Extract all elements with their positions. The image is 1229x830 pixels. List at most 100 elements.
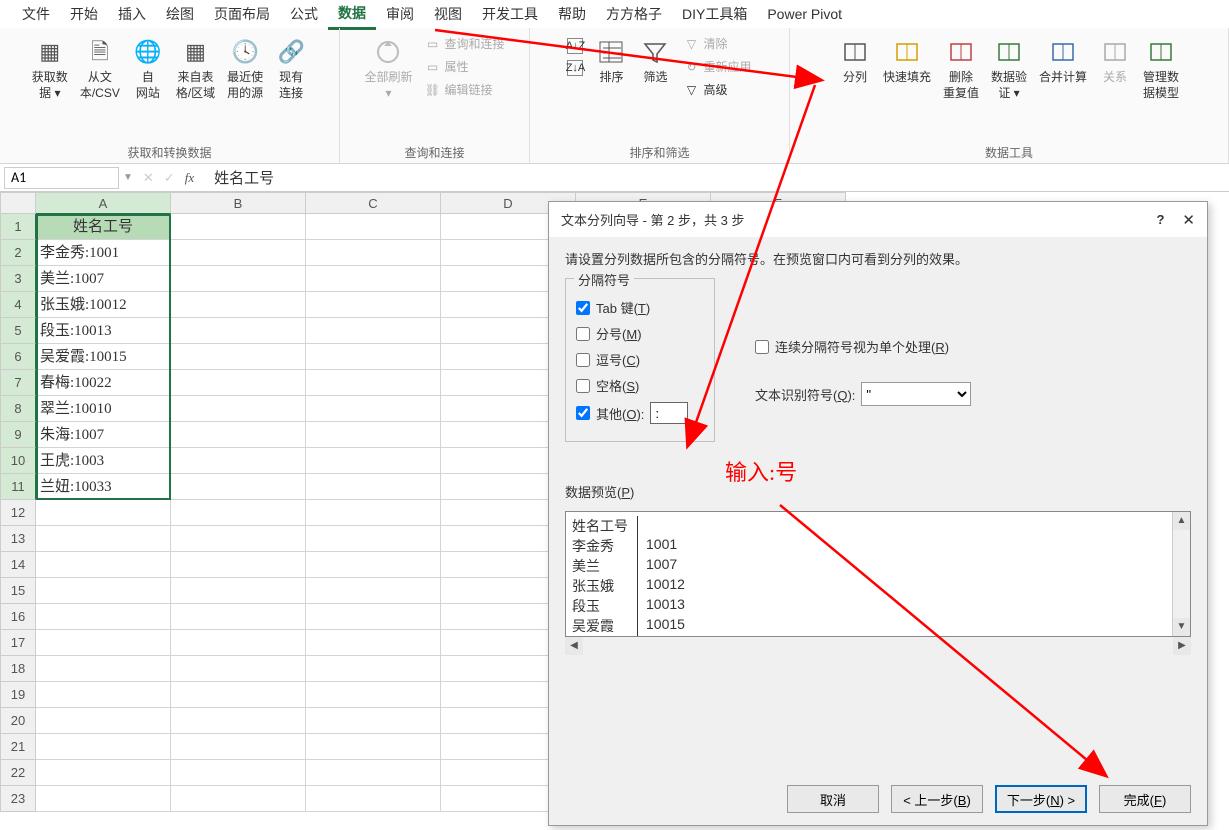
cell-A22[interactable]	[36, 760, 171, 786]
cell-C9[interactable]	[306, 422, 441, 448]
text-qualifier-select[interactable]: "	[861, 382, 971, 406]
cell-B12[interactable]	[171, 500, 306, 526]
cell-B16[interactable]	[171, 604, 306, 630]
cell-A13[interactable]	[36, 526, 171, 552]
menu-方方格子[interactable]: 方方格子	[596, 0, 672, 28]
cell-C20[interactable]	[306, 708, 441, 734]
cell-B23[interactable]	[171, 786, 306, 812]
cell-A9[interactable]: 朱海:1007	[36, 422, 171, 448]
cell-A19[interactable]	[36, 682, 171, 708]
comma-checkbox[interactable]: 逗号(C)	[576, 350, 704, 369]
name-box[interactable]	[4, 167, 119, 189]
cell-A18[interactable]	[36, 656, 171, 682]
cell-A8[interactable]: 翠兰:10010	[36, 396, 171, 422]
cancel-button[interactable]: 取消	[787, 785, 879, 813]
finish-button[interactable]: 完成(F)	[1099, 785, 1191, 813]
cell-B11[interactable]	[171, 474, 306, 500]
cell-A4[interactable]: 张玉娥:10012	[36, 292, 171, 318]
menu-帮助[interactable]: 帮助	[548, 0, 596, 28]
cell-A10[interactable]: 王虎:1003	[36, 448, 171, 474]
row-header-3[interactable]: 3	[0, 266, 36, 292]
cell-A11[interactable]: 兰妞:10033	[36, 474, 171, 500]
row-header-23[interactable]: 23	[0, 786, 36, 812]
row-header-18[interactable]: 18	[0, 656, 36, 682]
cell-B5[interactable]	[171, 318, 306, 344]
advanced-filter[interactable]: ▽高级	[679, 80, 755, 99]
cell-A17[interactable]	[36, 630, 171, 656]
back-button[interactable]: < 上一步(B)	[891, 785, 983, 813]
row-header-11[interactable]: 11	[0, 474, 36, 500]
cell-C8[interactable]	[306, 396, 441, 422]
cell-B7[interactable]	[171, 370, 306, 396]
cell-B13[interactable]	[171, 526, 306, 552]
filter-button[interactable]: 筛选	[635, 34, 675, 88]
cell-C11[interactable]	[306, 474, 441, 500]
other-delimiter-input[interactable]	[650, 402, 688, 424]
relations-button[interactable]: 关系	[1095, 34, 1135, 88]
sort-asc-icon[interactable]: A↓Z	[567, 38, 583, 54]
menu-插入[interactable]: 插入	[108, 0, 156, 28]
menu-开发工具[interactable]: 开发工具	[472, 0, 548, 28]
col-header-C[interactable]: C	[306, 192, 441, 214]
cell-B18[interactable]	[171, 656, 306, 682]
row-header-19[interactable]: 19	[0, 682, 36, 708]
menu-审阅[interactable]: 审阅	[376, 0, 424, 28]
cell-B15[interactable]	[171, 578, 306, 604]
consolidate-button[interactable]: 合并计算	[1035, 34, 1091, 88]
cell-B14[interactable]	[171, 552, 306, 578]
cell-A1[interactable]: 姓名工号	[36, 214, 171, 240]
cell-A16[interactable]	[36, 604, 171, 630]
row-header-5[interactable]: 5	[0, 318, 36, 344]
remove-duplicates-button[interactable]: 删除 重复值	[939, 34, 983, 103]
cell-C13[interactable]	[306, 526, 441, 552]
row-header-22[interactable]: 22	[0, 760, 36, 786]
tab-checkbox[interactable]: Tab 键(T)	[576, 298, 704, 317]
get-data-btn-0[interactable]: ▦获取数 据 ▾	[28, 34, 72, 103]
row-header-2[interactable]: 2	[0, 240, 36, 266]
cell-B19[interactable]	[171, 682, 306, 708]
row-header-12[interactable]: 12	[0, 500, 36, 526]
formula-input[interactable]: 姓名工号	[204, 167, 274, 188]
cell-C10[interactable]	[306, 448, 441, 474]
cell-A2[interactable]: 李金秀:1001	[36, 240, 171, 266]
cell-C1[interactable]	[306, 214, 441, 240]
row-header-21[interactable]: 21	[0, 734, 36, 760]
text-to-columns-button[interactable]: 分列	[835, 34, 875, 88]
help-icon[interactable]: ?	[1156, 212, 1164, 227]
cell-C19[interactable]	[306, 682, 441, 708]
cell-B6[interactable]	[171, 344, 306, 370]
cell-B2[interactable]	[171, 240, 306, 266]
cell-B8[interactable]	[171, 396, 306, 422]
space-checkbox[interactable]: 空格(S)	[576, 376, 704, 395]
cell-C3[interactable]	[306, 266, 441, 292]
semicolon-checkbox[interactable]: 分号(M)	[576, 324, 704, 343]
cell-A21[interactable]	[36, 734, 171, 760]
get-data-btn-3[interactable]: ▦来自表 格/区域	[172, 34, 219, 103]
row-header-16[interactable]: 16	[0, 604, 36, 630]
refresh-all-button[interactable]: 全部刷新 ▾	[360, 34, 416, 103]
cell-C12[interactable]	[306, 500, 441, 526]
row-header-8[interactable]: 8	[0, 396, 36, 422]
col-header-A[interactable]: A	[36, 192, 171, 214]
cell-A6[interactable]: 吴爱霞:10015	[36, 344, 171, 370]
close-icon[interactable]: ✕	[1182, 211, 1195, 229]
row-header-10[interactable]: 10	[0, 448, 36, 474]
consecutive-checkbox[interactable]: 连续分隔符号视为单个处理(R)	[755, 337, 971, 356]
cell-C5[interactable]	[306, 318, 441, 344]
cell-C14[interactable]	[306, 552, 441, 578]
reapply-filter[interactable]: ↻重新应用	[679, 57, 755, 76]
menu-公式[interactable]: 公式	[280, 0, 328, 28]
cell-A14[interactable]	[36, 552, 171, 578]
cell-A7[interactable]: 春梅:10022	[36, 370, 171, 396]
row-header-15[interactable]: 15	[0, 578, 36, 604]
cell-A23[interactable]	[36, 786, 171, 812]
cell-A12[interactable]	[36, 500, 171, 526]
cell-A3[interactable]: 美兰:1007	[36, 266, 171, 292]
get-data-btn-1[interactable]: 🗎从文 本/CSV	[76, 34, 124, 103]
menu-DIY工具箱[interactable]: DIY工具箱	[672, 0, 757, 28]
flash-fill-button[interactable]: 快速填充	[879, 34, 935, 88]
cell-B21[interactable]	[171, 734, 306, 760]
cell-A5[interactable]: 段玉:10013	[36, 318, 171, 344]
menu-数据[interactable]: 数据	[328, 0, 376, 30]
row-header-6[interactable]: 6	[0, 344, 36, 370]
